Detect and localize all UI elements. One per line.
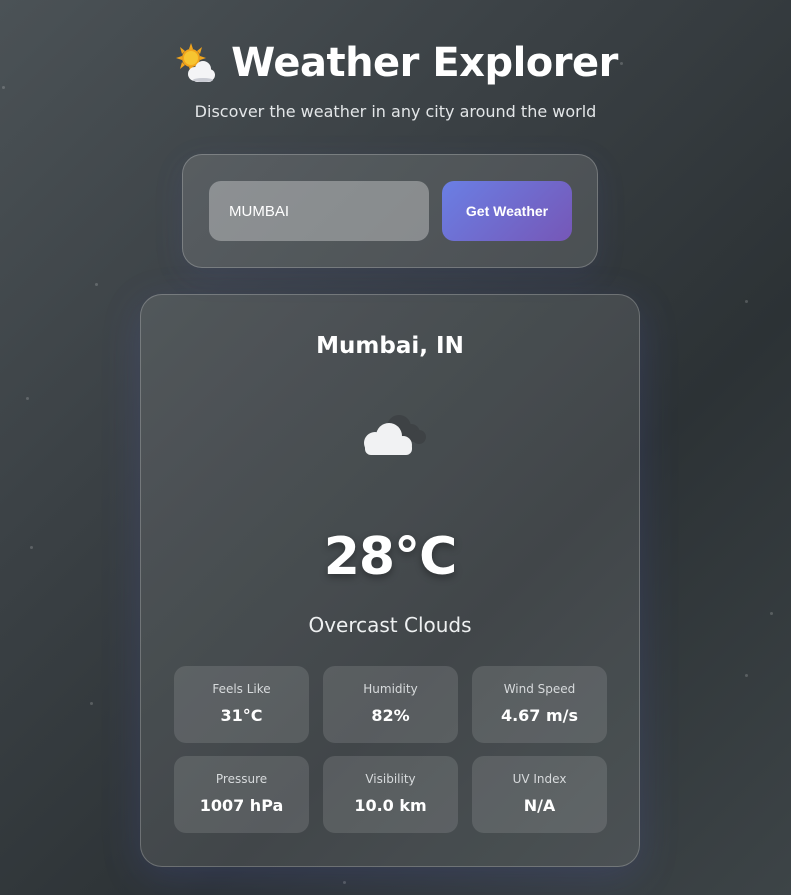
stat-visibility: Visibility 10.0 km: [323, 756, 458, 833]
page-title: Weather Explorer: [231, 40, 618, 86]
stat-label: Humidity: [363, 682, 418, 696]
title-row: Weather Explorer: [0, 40, 791, 86]
stat-uv-index: UV Index N/A: [472, 756, 607, 833]
city-search-input[interactable]: [209, 181, 429, 241]
stat-value: 31°C: [220, 706, 263, 725]
stat-pressure: Pressure 1007 hPa: [174, 756, 309, 833]
page-header: Weather Explorer Discover the weather in…: [0, 40, 791, 121]
weather-stats-grid: Feels Like 31°C Humidity 82% Wind Speed …: [174, 666, 607, 833]
stat-label: Pressure: [215, 772, 268, 786]
stat-value: 82%: [371, 706, 410, 725]
stat-value: N/A: [523, 796, 556, 815]
city-name: Mumbai, IN: [316, 333, 464, 359]
temperature-value: 28°C: [323, 527, 458, 587]
search-card: Get Weather: [182, 154, 598, 268]
stat-label: UV Index: [512, 772, 567, 786]
stat-humidity: Humidity 82%: [323, 666, 458, 743]
page-subtitle: Discover the weather in any city around …: [194, 102, 597, 121]
weather-card: Mumbai, IN 28°C Overcast Clouds Feels Li…: [140, 294, 640, 867]
stat-label: Wind Speed: [503, 682, 576, 696]
stat-value: 4.67 m/s: [500, 706, 579, 725]
cloud-icon: [351, 405, 431, 465]
stat-label: Visibility: [365, 772, 416, 786]
stat-value: 10.0 km: [354, 796, 427, 815]
sun-behind-cloud-icon: [173, 41, 217, 85]
stat-value: 1007 hPa: [199, 796, 284, 815]
weather-description: Overcast Clouds: [308, 613, 472, 637]
stat-label: Feels Like: [212, 682, 271, 696]
stat-feels-like: Feels Like 31°C: [174, 666, 309, 743]
stat-wind-speed: Wind Speed 4.67 m/s: [472, 666, 607, 743]
get-weather-button[interactable]: Get Weather: [442, 181, 572, 241]
